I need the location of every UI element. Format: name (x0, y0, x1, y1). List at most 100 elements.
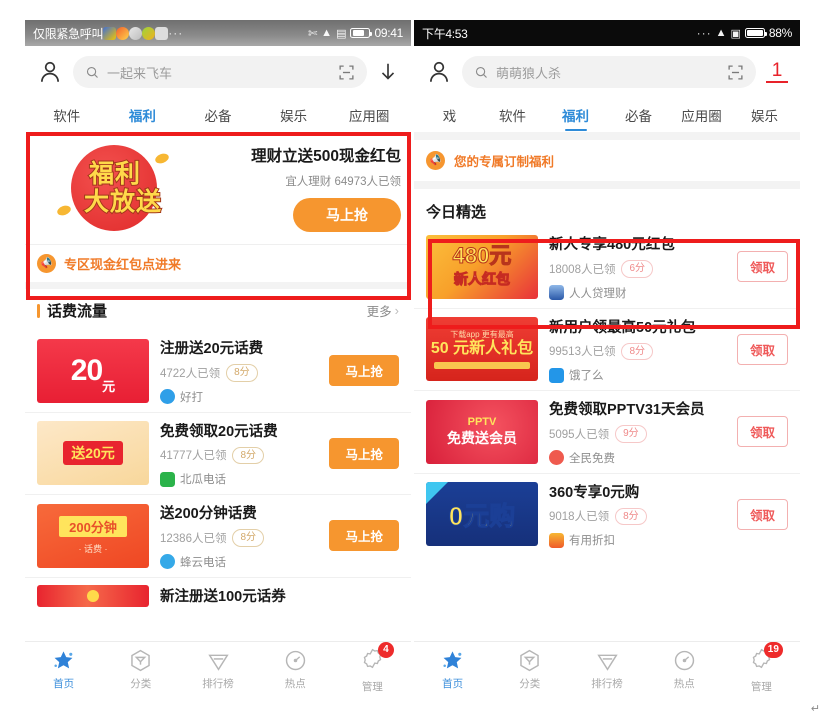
banner-grab-button[interactable]: 马上抢 (293, 198, 401, 232)
item-claim-button[interactable]: 领取 (736, 498, 788, 530)
nav-item-manage[interactable]: 19 管理 (723, 641, 800, 694)
item-grab-button[interactable]: 马上抢 (329, 355, 399, 387)
nav-badge: 19 (763, 641, 783, 658)
tab-entertainment[interactable]: 娱乐 (256, 98, 332, 132)
item-score-badge: 8分 (621, 342, 654, 360)
welfare-banner-card[interactable]: 福利 大放送 理财立送500现金红包 宜人理财 64973人已领 马上抢 (25, 132, 411, 244)
item-title: 免费领取20元话费 (160, 423, 278, 440)
tab-label: 福利 (562, 109, 589, 124)
thumb-caption: 新人红包 (454, 270, 511, 287)
nav-item-category[interactable]: 分类 (491, 648, 568, 691)
item-score-badge: 8分 (615, 507, 647, 525)
hotspot-icon (674, 650, 694, 671)
nav-item-category[interactable]: 分类 (102, 648, 179, 691)
right-tab-bar[interactable]: 戏 软件 福利 必备 应用圈 娱乐 (414, 98, 800, 132)
banner-footer-text: 专区现金红包点进来 (64, 257, 182, 272)
scan-icon[interactable] (727, 64, 744, 81)
item-claim-button[interactable]: 领取 (736, 251, 788, 283)
tab-software[interactable]: 软件 (481, 98, 544, 132)
item-score-badge: 9分 (615, 425, 647, 443)
left-phone-screen: 仅限紧急呼叫 ··· ✄ ▲ ▤ 09:41 一起来飞车 软件 福利 必备 娱乐… (25, 20, 411, 697)
tab-appcircle[interactable]: 应用圈 (331, 98, 407, 132)
search-input[interactable]: 萌萌狼人杀 (462, 56, 756, 88)
item-thumbnail: 200分钟 · 话费 · (37, 503, 149, 568)
tab-entertainment[interactable]: 娱乐 (733, 98, 796, 132)
brand-icon (160, 471, 175, 487)
star-icon (443, 651, 462, 669)
scan-icon[interactable] (338, 64, 355, 81)
item-title: 送200分钟话费 (160, 506, 257, 522)
nav-badge: 4 (377, 641, 394, 658)
battery-icon (350, 28, 373, 38)
item-title: 新人专享480元红包 (549, 237, 675, 253)
item-claim-button[interactable]: 领取 (736, 333, 788, 365)
banner-footer-link[interactable]: 📢 专区现金红包点进来 (25, 244, 411, 282)
nav-label: 热点 (284, 678, 306, 690)
tab-welfare[interactable]: 福利 (544, 98, 607, 132)
tab-label: 必备 (204, 109, 232, 124)
tab-games[interactable]: 戏 (418, 98, 481, 132)
left-content-area: 福利 大放送 理财立送500现金红包 宜人理财 64973人已领 马上抢 📢 专… (25, 132, 411, 607)
list-item[interactable]: 新注册送100元话券 (25, 576, 411, 607)
item-claim-button[interactable]: 领取 (736, 416, 788, 448)
nav-item-ranking[interactable]: 排行榜 (568, 648, 645, 691)
list-item[interactable]: 下载app 更有最高 50 元新人礼包 新用户领最高50元礼包 99513人已领… (414, 307, 800, 390)
custom-welfare-banner[interactable]: 📢 您的专属订制福利 (414, 140, 800, 181)
item-brand-name: 饿了么 (569, 370, 604, 382)
section-more-link[interactable]: 更多 › (367, 301, 399, 320)
tab-software[interactable]: 软件 (29, 98, 105, 132)
banner-art-line1: 福利 (88, 159, 141, 189)
banner-subtitle: 宜人理财 64973人已领 (285, 176, 401, 188)
item-thumbnail: 下载app 更有最高 50 元新人礼包 (426, 317, 538, 382)
tab-label: 软件 (499, 109, 526, 124)
item-grab-button[interactable]: 马上抢 (329, 437, 399, 469)
list-item[interactable]: 480元 新人红包 新人专享480元红包 18008人已领 6分 人人贷理财 领… (414, 226, 800, 308)
nav-item-hotspot[interactable]: 热点 (646, 648, 723, 691)
nav-item-manage[interactable]: 4 管理 (334, 641, 411, 694)
item-claim-count: 41777人已领 (160, 450, 227, 463)
custom-banner-text: 您的专属订制福利 (454, 155, 555, 169)
tab-welfare[interactable]: 福利 (105, 98, 181, 132)
status-app-icon-2 (116, 26, 130, 40)
thumb-unit: 元 (102, 378, 116, 394)
item-brand-name: 全民免费 (569, 452, 615, 465)
screenshot-stage: 仅限紧急呼叫 ··· ✄ ▲ ▤ 09:41 一起来飞车 软件 福利 必备 娱乐… (0, 0, 824, 717)
item-grab-button[interactable]: 马上抢 (329, 520, 399, 552)
item-claim-count: 12386人已领 (160, 532, 227, 545)
nav-item-hotspot[interactable]: 热点 (257, 648, 334, 691)
section-accent-bar (37, 303, 40, 318)
item-brand-name: 北瓜电话 (180, 474, 226, 486)
list-item[interactable]: PPTV 免费送会员 免费领取PPTV31天会员 5095人已领 9分 全民免费… (414, 390, 800, 473)
item-score-badge: 8分 (226, 364, 258, 382)
more-label: 更多 (366, 305, 392, 319)
list-item[interactable]: 送20元 免费领取20元话费 41777人已领 8分 北瓜电话 马上抢 (25, 411, 411, 494)
list-item[interactable]: 0元购 360专享0元购 9018人已领 8分 有用折扣 领取 (414, 472, 800, 555)
left-tab-bar[interactable]: 软件 福利 必备 娱乐 应用圈 (25, 98, 411, 132)
thumb-tag: 送20元 (63, 441, 123, 466)
search-icon (86, 66, 98, 78)
profile-icon[interactable] (426, 59, 452, 85)
list-item[interactable]: 20 元 注册送20元话费 4722人已领 8分 好打 马上抢 (25, 330, 411, 412)
tab-label: 必备 (625, 109, 652, 124)
profile-icon[interactable] (37, 59, 63, 85)
brand-icon (549, 285, 564, 300)
right-bottom-nav[interactable]: 首页 分类 排行榜 热点 19 管理 (414, 641, 800, 697)
clock-label: 下午4:53 (422, 26, 468, 41)
nav-item-ranking[interactable]: 排行榜 (179, 648, 256, 691)
nav-item-home[interactable]: 首页 (25, 648, 102, 691)
tab-essential[interactable]: 必备 (180, 98, 256, 132)
tab-appcircle[interactable]: 应用圈 (670, 98, 733, 132)
category-icon (520, 649, 540, 672)
left-search-header: 一起来飞车 (25, 46, 411, 98)
tab-essential[interactable]: 必备 (607, 98, 670, 132)
status-app-icon-1 (103, 26, 117, 40)
nav-item-home[interactable]: 首页 (414, 648, 491, 691)
tab-label: 戏 (442, 109, 457, 124)
list-item[interactable]: 200分钟 · 话费 · 送200分钟话费 12386人已领 8分 蜂云电话 马… (25, 494, 411, 577)
banner-art-line2: 大放送 (83, 187, 162, 217)
left-bottom-nav[interactable]: 首页 分类 排行榜 热点 4 管理 (25, 641, 411, 697)
download-count-badge[interactable]: 1 (766, 60, 788, 84)
status-app-icon-5 (155, 26, 169, 40)
download-icon[interactable] (377, 61, 399, 83)
search-input[interactable]: 一起来飞车 (73, 56, 367, 88)
